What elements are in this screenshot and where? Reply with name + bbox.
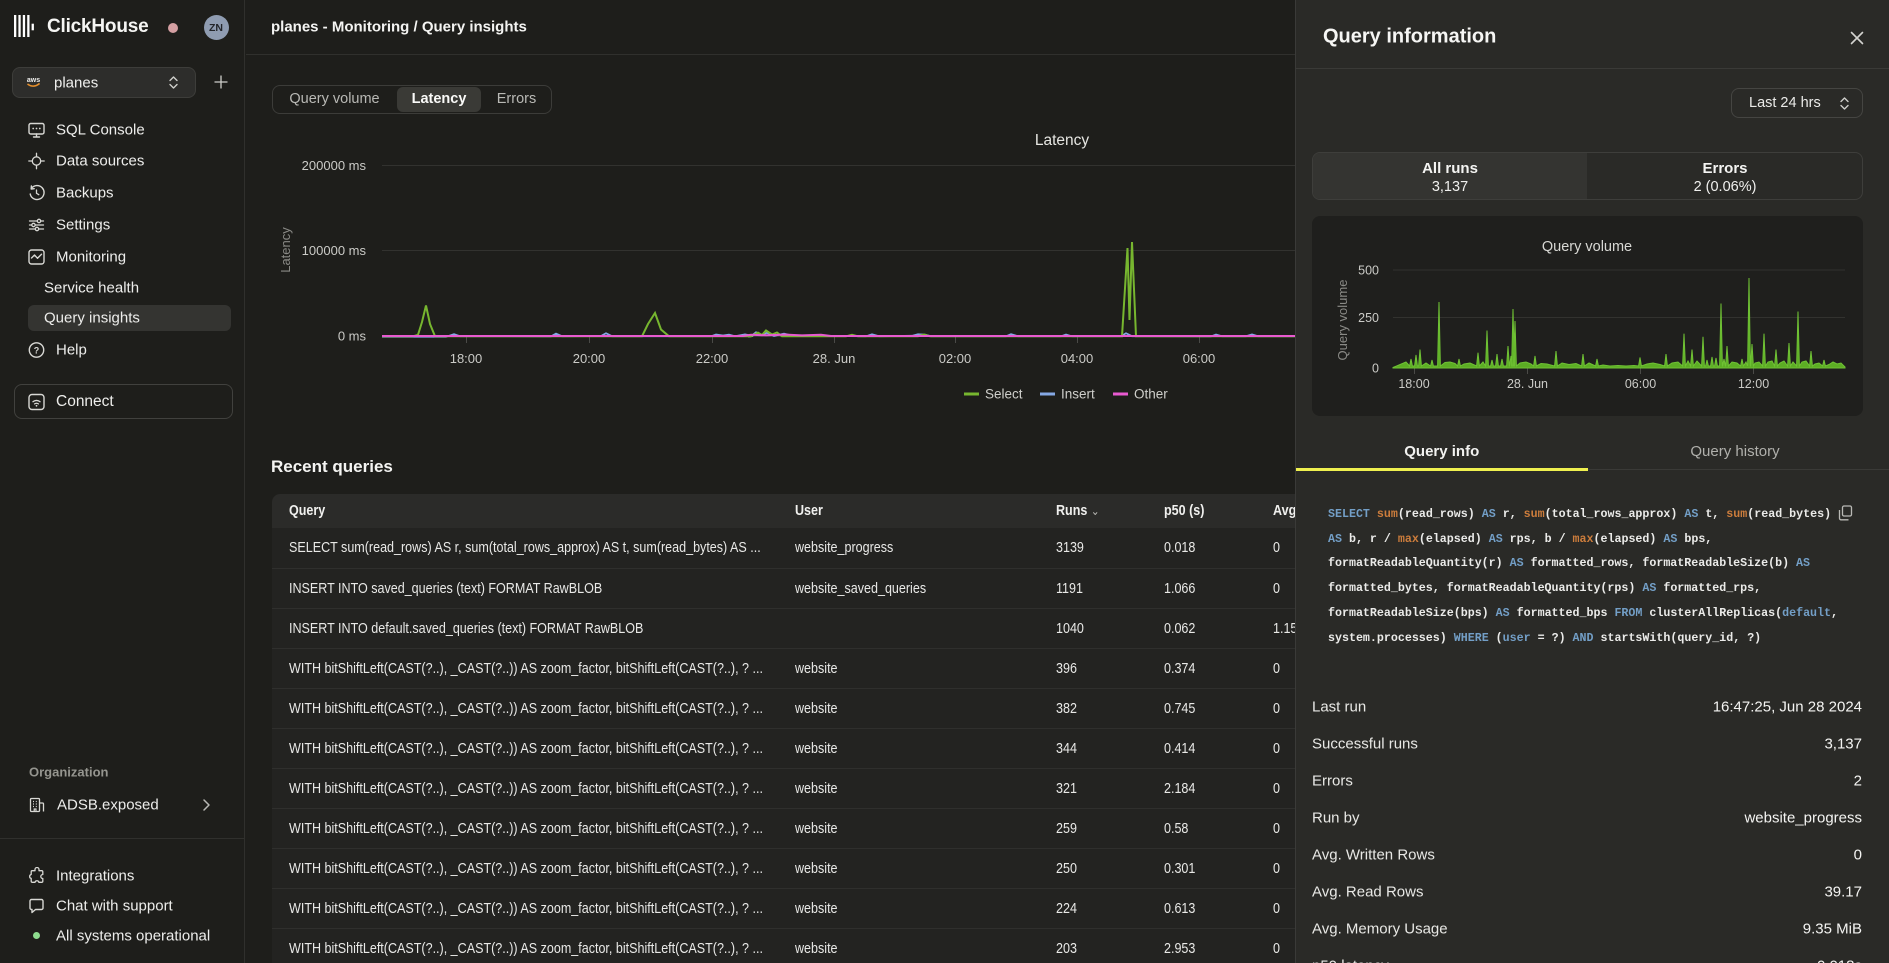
- svg-text:18:00: 18:00: [1398, 377, 1429, 391]
- svg-text:?: ?: [34, 345, 40, 355]
- svg-text:18:00: 18:00: [450, 351, 483, 366]
- svg-text:06:00: 06:00: [1183, 351, 1216, 366]
- svg-text:28. Jun: 28. Jun: [1507, 377, 1548, 391]
- svg-text:Select: Select: [985, 387, 1023, 402]
- svg-text:250: 250: [1358, 311, 1379, 325]
- svg-text:20:00: 20:00: [573, 351, 606, 366]
- svg-text:Query volume: Query volume: [1542, 239, 1632, 255]
- svg-text:Query volume: Query volume: [1335, 280, 1350, 361]
- svg-text:04:00: 04:00: [1061, 351, 1094, 366]
- svg-text:0: 0: [1372, 362, 1379, 376]
- svg-text:28. Jun: 28. Jun: [813, 351, 856, 366]
- svg-text:Latency: Latency: [1035, 132, 1090, 149]
- svg-text:Insert: Insert: [1061, 387, 1095, 402]
- svg-text:06:00: 06:00: [1625, 377, 1656, 391]
- svg-text:Latency: Latency: [278, 227, 293, 273]
- svg-text:Other: Other: [1134, 387, 1168, 402]
- svg-text:200000 ms: 200000 ms: [302, 158, 367, 173]
- svg-text:500: 500: [1358, 264, 1379, 278]
- svg-text:100000 ms: 100000 ms: [302, 243, 367, 258]
- svg-text:aws: aws: [27, 77, 40, 84]
- svg-text:12:00: 12:00: [1738, 377, 1769, 391]
- svg-text:0 ms: 0 ms: [338, 329, 367, 344]
- svg-text:22:00: 22:00: [696, 351, 729, 366]
- svg-text:02:00: 02:00: [939, 351, 972, 366]
